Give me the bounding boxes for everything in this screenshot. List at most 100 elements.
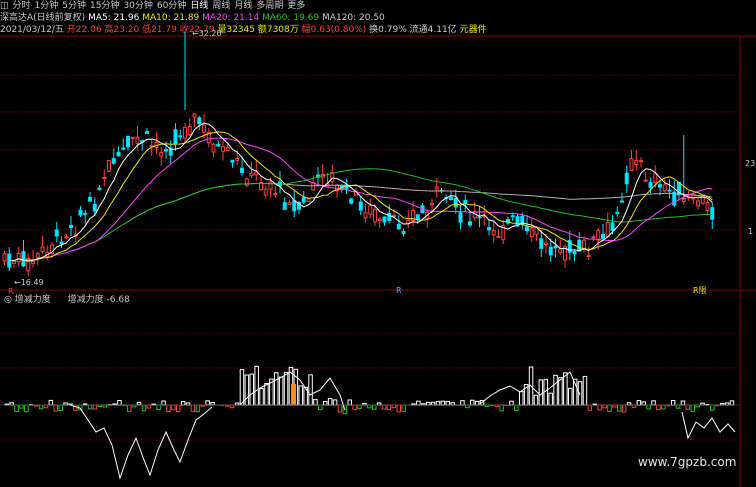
indicator-bar <box>401 404 406 412</box>
indicator-bar <box>582 375 588 406</box>
indicator-bar <box>514 404 519 411</box>
indicator-bar <box>156 404 161 410</box>
candle-body <box>643 179 648 182</box>
candle-body <box>705 201 710 212</box>
candle-body <box>102 176 107 179</box>
candle-body <box>31 261 35 264</box>
indicator-bar <box>264 383 269 406</box>
indicator-bar <box>327 398 333 406</box>
candle-body <box>69 224 73 229</box>
candle-body <box>548 246 553 256</box>
indicator-bar <box>631 404 637 408</box>
candle-body <box>126 136 130 148</box>
indicator-bar <box>63 402 68 406</box>
candle-body <box>382 216 387 223</box>
candle-body <box>230 159 235 163</box>
indicator-bar <box>24 404 29 413</box>
indicator-bar <box>274 372 279 406</box>
indicator-bar <box>87 404 93 410</box>
candle-body <box>130 136 135 139</box>
indicator-bar <box>127 404 132 412</box>
indicator-bar <box>670 400 676 406</box>
candle-body <box>396 223 401 230</box>
indicator-bar <box>396 404 401 413</box>
indicator-bar <box>43 404 49 409</box>
indicator-bar <box>195 404 201 413</box>
candle-body <box>225 147 230 152</box>
candle-body <box>263 188 268 196</box>
candle-body <box>458 212 463 223</box>
right-axis-price-2: 1 <box>748 227 753 236</box>
indicator-bar <box>626 402 632 406</box>
indicator-bar <box>372 404 377 410</box>
candle-body <box>59 241 64 245</box>
candle-body <box>197 117 202 125</box>
indicator-bar <box>180 401 186 406</box>
candle-body <box>658 184 662 188</box>
indicator-bar <box>680 400 686 406</box>
indicator-bar <box>171 404 176 411</box>
indicator-bar <box>607 404 612 412</box>
candle-body <box>240 167 244 173</box>
event-marker: R限 <box>693 286 707 295</box>
candle-body <box>496 235 501 238</box>
indicator-bar <box>519 391 524 406</box>
indicator-bar <box>724 402 730 406</box>
indicator-bar <box>19 404 24 409</box>
indicator-bar <box>131 404 137 408</box>
candle-body <box>183 126 187 139</box>
candle-body <box>221 146 225 152</box>
candle-body <box>363 212 368 219</box>
indicator-bar <box>416 400 421 406</box>
indicator-bar <box>661 404 666 410</box>
candle-body <box>159 152 164 157</box>
indicator-bar <box>249 373 254 406</box>
indicator-bar <box>700 402 705 406</box>
candle-body <box>35 253 40 258</box>
candle-body <box>477 216 482 219</box>
indicator-bar <box>14 404 19 412</box>
candle-body <box>449 196 453 201</box>
right-axis-price: 23 <box>745 159 755 168</box>
candle-body <box>582 239 586 249</box>
candle-body <box>491 230 496 236</box>
indicator-bar <box>445 400 450 406</box>
candle-body <box>178 135 183 138</box>
indicator-bar <box>685 404 691 410</box>
candle-body <box>700 194 705 204</box>
candle-body <box>187 125 192 136</box>
candle-body <box>387 212 392 221</box>
indicator-bar <box>58 404 63 412</box>
indicator-bar <box>558 377 563 406</box>
indicator-name: 增减力度 <box>14 295 51 305</box>
candle-body <box>202 124 206 133</box>
candle-body <box>121 147 126 150</box>
indicator-bar <box>234 402 240 406</box>
indicator-bar <box>391 404 397 409</box>
candle-body <box>21 251 26 267</box>
candle-body <box>173 129 178 145</box>
indicator-bar <box>161 400 166 406</box>
candle-body <box>292 200 297 212</box>
candle-body <box>558 248 563 253</box>
candle-body <box>268 181 273 190</box>
candle-body <box>164 149 168 152</box>
candle-body <box>349 198 354 204</box>
indicator-bar <box>283 371 289 406</box>
candle-body <box>539 238 544 249</box>
candle-body <box>667 189 672 192</box>
candle-body <box>577 239 582 252</box>
indicator-bar <box>9 402 14 406</box>
candle-body <box>605 221 610 238</box>
indicator-bar <box>318 404 323 411</box>
indicator-bar <box>205 400 210 406</box>
indicator-bar <box>675 404 681 409</box>
candle-body <box>639 160 643 163</box>
candle-body <box>92 203 97 212</box>
indicator-bar <box>352 404 357 410</box>
candle-body <box>216 143 221 147</box>
kline-chart[interactable]: ←32.20←16.49231R R R限 <box>0 0 756 487</box>
candle-body <box>301 197 306 203</box>
candle-body <box>710 207 715 220</box>
indicator-bar <box>465 404 470 409</box>
